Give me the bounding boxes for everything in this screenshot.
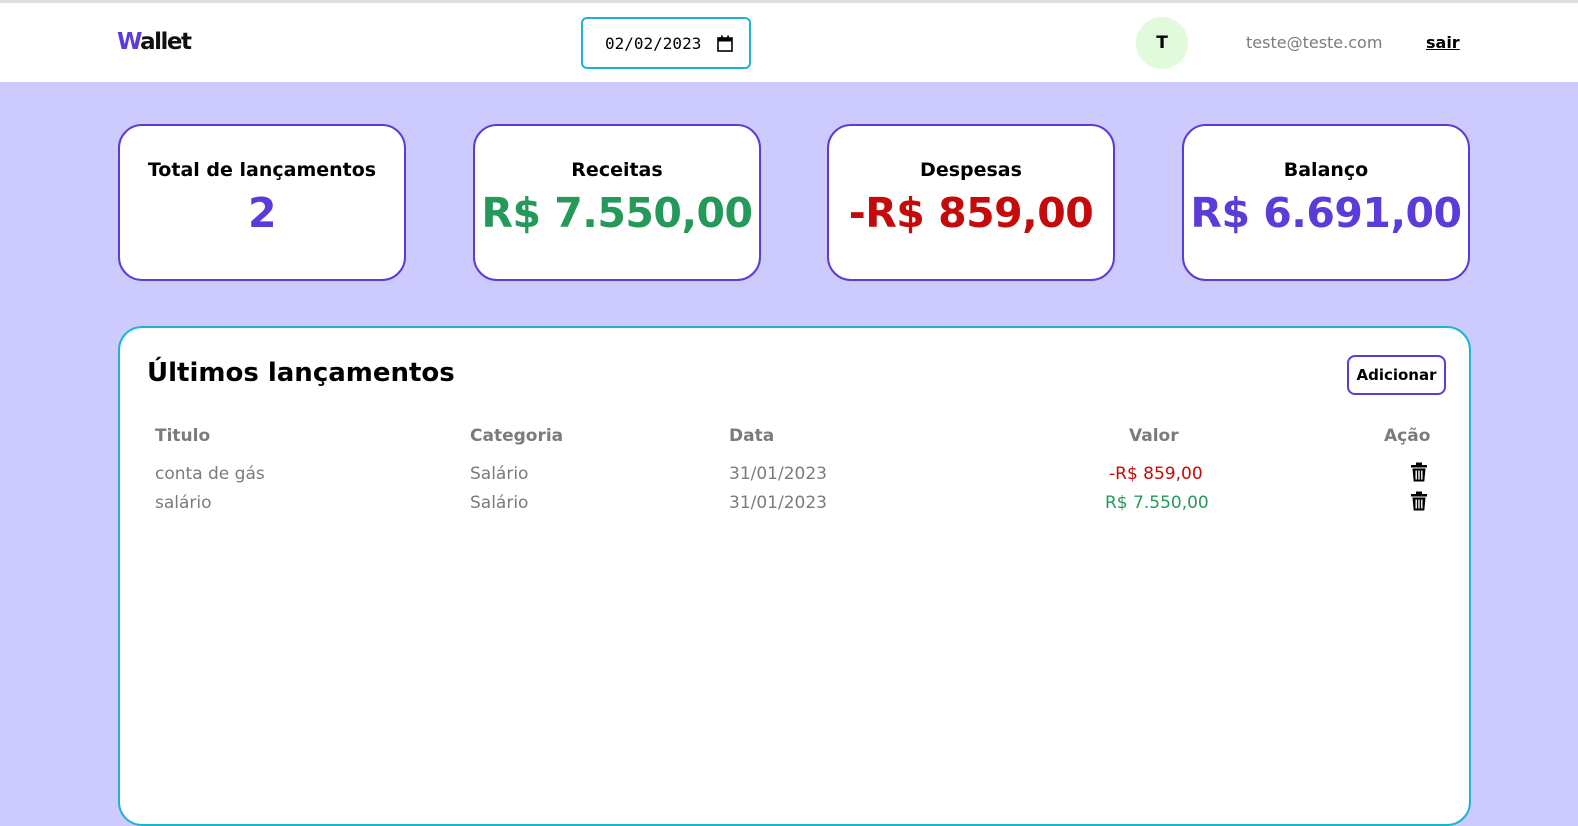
summary-card-income: Receitas R$ 7.550,00 (473, 124, 761, 281)
date-filter-input[interactable]: 02/02/2023 (581, 17, 751, 69)
summary-card-total: Total de lançamentos 2 (118, 124, 406, 281)
summary-card-expenses: Despesas -R$ 859,00 (827, 124, 1115, 281)
calendar-icon[interactable] (717, 35, 733, 52)
card-value: R$ 6.691,00 (1190, 189, 1462, 237)
card-label: Receitas (571, 159, 663, 181)
card-label: Despesas (920, 159, 1022, 181)
transactions-panel: Últimos lançamentos Adicionar Titulo Cat… (118, 326, 1471, 826)
row-title: salário (155, 493, 212, 513)
row-date: 31/01/2023 (729, 493, 827, 513)
card-value: 2 (247, 189, 277, 237)
card-value: R$ 7.550,00 (481, 189, 753, 237)
app-header: Wallet 02/02/2023 T teste@teste.com sair (0, 3, 1578, 82)
card-value: -R$ 859,00 (848, 189, 1094, 237)
add-transaction-button[interactable]: Adicionar (1347, 355, 1446, 395)
wallet-logo: Wallet (117, 29, 192, 55)
column-header-value: Valor (1129, 426, 1179, 446)
column-header-date: Data (729, 426, 775, 446)
avatar: T (1136, 17, 1188, 69)
column-header-action: Ação (1384, 426, 1431, 446)
row-category: Salário (470, 464, 529, 484)
row-category: Salário (470, 493, 529, 513)
date-value: 02/02/2023 (605, 33, 702, 53)
column-header-title: Titulo (155, 426, 211, 446)
trash-icon[interactable] (1410, 491, 1428, 511)
user-email: teste@teste.com (1246, 33, 1383, 52)
summary-card-balance: Balanço R$ 6.691,00 (1182, 124, 1470, 281)
row-value: R$ 7.550,00 (1105, 493, 1209, 513)
logout-link[interactable]: sair (1426, 33, 1460, 52)
panel-title: Últimos lançamentos (147, 358, 455, 388)
row-title: conta de gás (155, 464, 265, 484)
column-header-category: Categoria (470, 426, 564, 446)
card-label: Total de lançamentos (147, 159, 377, 181)
card-label: Balanço (1283, 159, 1369, 181)
row-value: -R$ 859,00 (1109, 464, 1203, 484)
trash-icon[interactable] (1410, 462, 1428, 482)
row-date: 31/01/2023 (729, 464, 827, 484)
